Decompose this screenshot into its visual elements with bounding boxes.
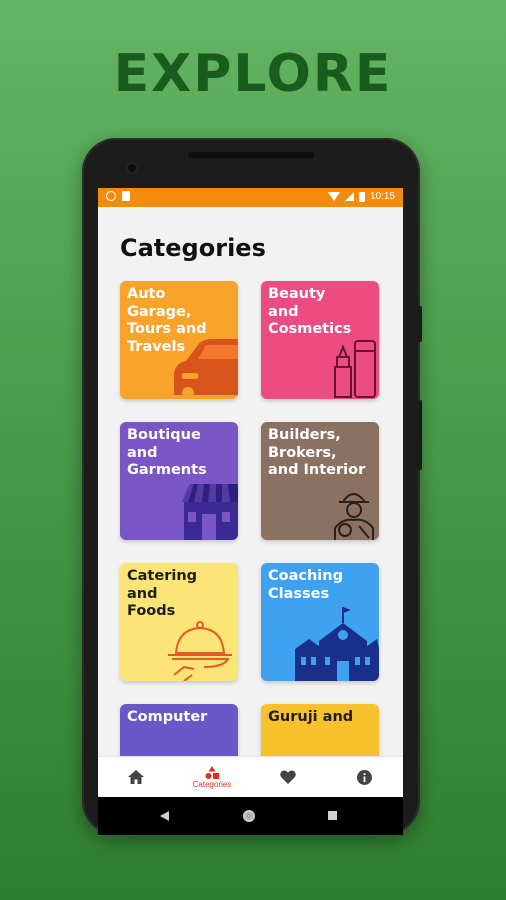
categories-icon [205,765,219,779]
notification-icon [106,191,116,201]
app-screen: 10:15 Categories Auto Garage, Tours and Tr… [98,188,403,797]
page-title: Categories [120,234,266,262]
nav-home[interactable] [98,757,174,797]
cosmetics-icon [334,340,376,398]
category-card-beauty[interactable]: Beauty and Cosmetics [261,281,379,399]
volume-button [418,400,422,470]
nav-categories[interactable]: Categories [174,757,250,797]
category-label: Boutique and Garments [127,427,207,478]
status-time: 10:15 [369,191,395,202]
builder-icon [334,493,374,540]
category-card-boutique[interactable]: Boutique and Garments [120,422,238,540]
storefront-icon [182,484,238,540]
cloche-icon [168,621,232,681]
nav-favorites[interactable] [250,757,326,797]
category-label: Guruji and [268,709,354,725]
category-label: Beauty and Cosmetics [268,286,352,337]
sd-card-icon [122,191,130,201]
phone-frame: 10:15 Categories Auto Garage, Tours and Tr… [82,138,422,835]
status-bar: 10:15 [98,188,403,207]
battery-icon [358,191,365,202]
explore-headline: EXPLORE [113,44,393,104]
nav-categories-label: Categories [192,779,232,789]
home-icon [128,770,144,784]
category-label: Computer [127,709,208,725]
earpiece-speaker [188,152,314,158]
category-label: Catering and Foods [127,568,198,619]
category-card-coaching[interactable]: Coaching Classes [261,563,379,681]
front-camera [128,164,136,172]
wifi-icon [327,192,340,201]
category-label: Coaching Classes [268,568,343,602]
back-icon[interactable] [160,811,169,821]
power-button [418,306,422,342]
info-icon [356,769,372,785]
nav-info[interactable] [326,757,402,797]
signal-icon [344,192,354,201]
car-icon [174,339,238,399]
category-label: Builders, Brokers, and Interior [268,427,366,478]
bottom-navigation: Categories [98,756,403,797]
school-icon [295,607,379,681]
category-card-auto-garage[interactable]: Auto Garage, Tours and Travels [120,281,238,399]
recents-icon[interactable] [328,811,337,820]
system-navigation-bar [98,797,403,835]
heart-icon [280,770,296,784]
home-button-icon[interactable] [242,809,256,823]
category-card-catering[interactable]: Catering and Foods [120,563,238,681]
category-card-builders[interactable]: Builders, Brokers, and Interior [261,422,379,540]
